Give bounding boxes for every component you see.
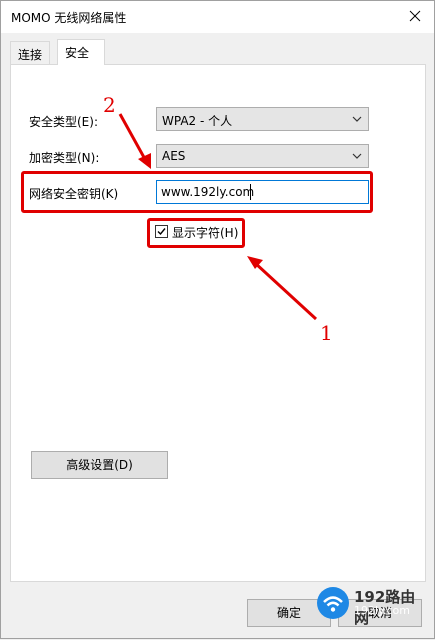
tab-connection-label: 连接 bbox=[18, 48, 43, 62]
ok-button-label: 确定 bbox=[276, 606, 301, 620]
properties-window: MOMO 无线网络属性 连接 安全 安全类型(E): WPA2 - 个人 加密类… bbox=[0, 0, 435, 639]
watermark: 192路由网 192ly.com bbox=[314, 584, 430, 627]
security-type-select[interactable]: WPA2 - 个人 bbox=[156, 107, 369, 131]
security-type-value: WPA2 - 个人 bbox=[162, 114, 233, 128]
encryption-type-value: AES bbox=[162, 149, 186, 163]
tab-security-label: 安全 bbox=[65, 46, 90, 60]
security-type-label: 安全类型(E): bbox=[29, 115, 98, 129]
annotation-marker-2: 2 bbox=[103, 93, 116, 117]
show-characters-highlight bbox=[147, 218, 245, 248]
advanced-settings-label: 高级设置(D) bbox=[66, 458, 133, 472]
chevron-down-icon bbox=[352, 116, 362, 122]
window-title: MOMO 无线网络属性 bbox=[11, 11, 127, 25]
advanced-settings-button[interactable]: 高级设置(D) bbox=[31, 451, 168, 479]
title-bar: MOMO 无线网络属性 bbox=[1, 1, 434, 33]
encryption-type-select[interactable]: AES bbox=[156, 144, 369, 168]
chevron-down-icon bbox=[352, 153, 362, 159]
close-button[interactable] bbox=[406, 5, 424, 27]
watermark-subtext: 192ly.com bbox=[354, 604, 410, 617]
close-icon bbox=[409, 10, 421, 22]
wifi-icon bbox=[317, 587, 349, 619]
tab-connection[interactable]: 连接 bbox=[10, 41, 51, 65]
network-key-highlight bbox=[21, 171, 373, 213]
encryption-type-label: 加密类型(N): bbox=[29, 151, 100, 165]
tab-security[interactable]: 安全 bbox=[57, 39, 105, 65]
annotation-marker-1: 1 bbox=[320, 321, 333, 345]
security-panel: 安全类型(E): WPA2 - 个人 加密类型(N): AES 网络安全密钥(K… bbox=[10, 64, 426, 582]
